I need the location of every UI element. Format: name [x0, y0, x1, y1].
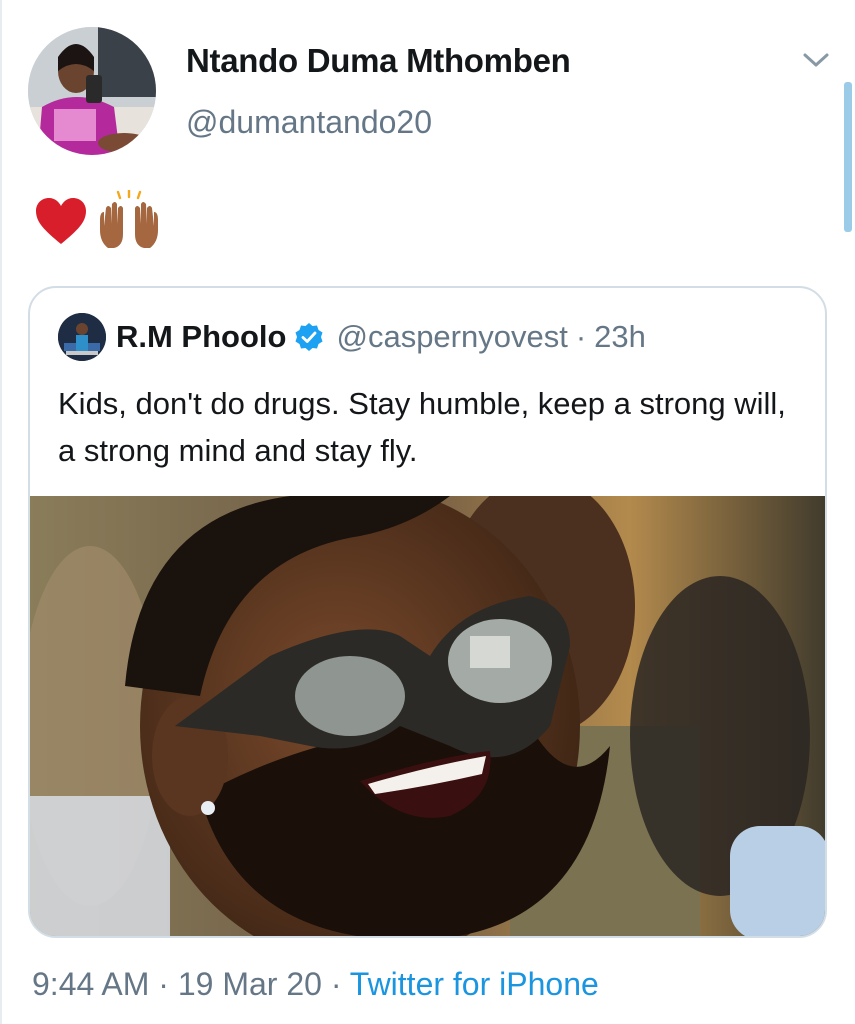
photo-man-sunglasses — [30, 496, 825, 936]
quoted-author-name[interactable]: R.M Phoolo — [116, 319, 286, 355]
meta-separator: · — [158, 966, 169, 1002]
quoted-separator: · — [575, 319, 587, 354]
red-heart-icon — [36, 198, 86, 244]
meta-separator: · — [330, 966, 342, 1002]
quoted-tweet-photo[interactable] — [30, 496, 825, 936]
quoted-tweet-header: R.M Phoolo @caspernyovest · 23h — [58, 312, 646, 362]
tweet-detail-screen: Ntando Duma Mthomben @dumantando20 R.M P… — [0, 0, 855, 1024]
quoted-author-avatar[interactable] — [58, 313, 106, 361]
tweet-meta: 9:44 AM · 19 Mar 20 · Twitter for iPhone — [32, 966, 599, 1003]
avatar-photo — [28, 27, 156, 155]
scrollbar[interactable] — [844, 82, 852, 232]
verified-badge-icon — [295, 323, 323, 351]
author-display-name[interactable]: Ntando Duma Mthomben — [186, 42, 571, 80]
tweet-text — [34, 190, 162, 252]
quoted-timestamp[interactable]: 23h — [594, 319, 646, 355]
author-avatar[interactable] — [28, 27, 156, 155]
chevron-down-icon[interactable] — [800, 48, 832, 72]
quoted-avatar-photo — [58, 313, 106, 361]
tweet-time: 9:44 AM — [32, 966, 150, 1002]
tweet-date: 19 Mar 20 — [177, 966, 322, 1002]
author-handle[interactable]: @dumantando20 — [186, 104, 432, 141]
quoted-author-handle[interactable]: @caspernyovest — [336, 319, 567, 355]
left-divider — [0, 0, 2, 1024]
tweet-source-link[interactable]: Twitter for iPhone — [350, 966, 599, 1002]
quoted-tweet-card[interactable]: R.M Phoolo @caspernyovest · 23h Kids, do… — [28, 286, 827, 938]
quoted-tweet-text: Kids, don't do drugs. Stay humble, keep … — [58, 386, 786, 468]
raising-hands-icon — [100, 190, 158, 248]
